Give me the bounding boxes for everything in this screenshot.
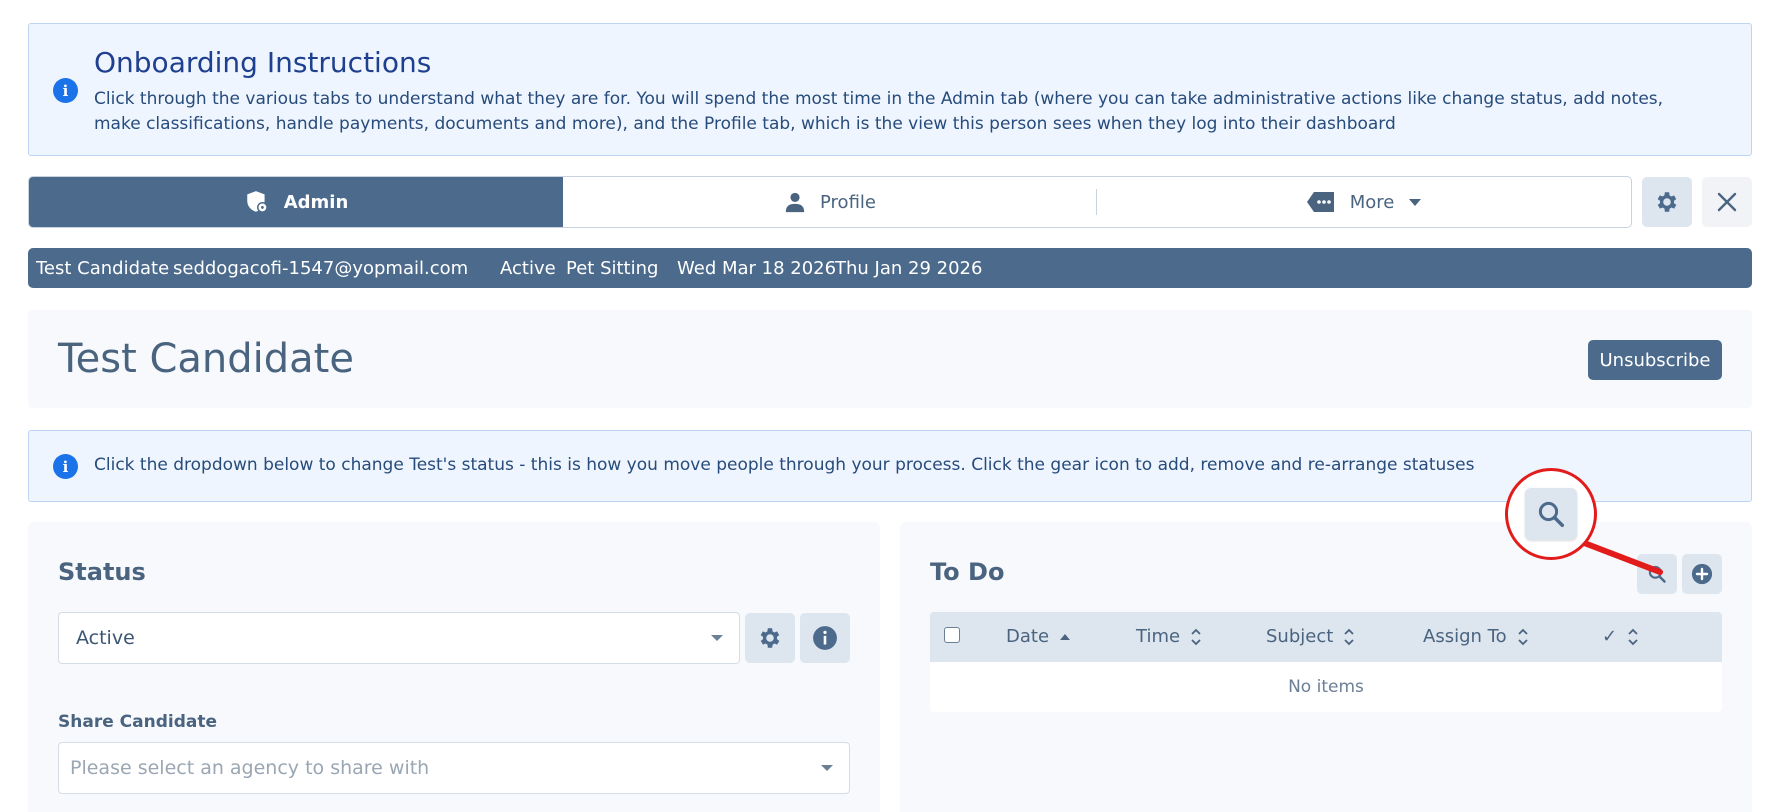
status-info-text: Click the dropdown below to change Test'… <box>94 455 1475 475</box>
status-title: Status <box>58 558 146 586</box>
sort-asc-icon <box>1060 633 1071 640</box>
tab-admin[interactable]: Admin <box>29 177 563 227</box>
column-done[interactable]: ✓ <box>1602 626 1639 647</box>
magnified-search-button <box>1525 488 1577 540</box>
todo-empty-text: No items <box>1288 677 1364 697</box>
column-assign-to-label: Assign To <box>1423 626 1507 647</box>
column-time-label: Time <box>1136 626 1181 647</box>
tab-bar: Admin Profile More <box>28 176 1632 228</box>
strip-status: Active <box>500 257 556 279</box>
share-agency-placeholder: Please select an agency to share with <box>70 757 430 779</box>
column-date[interactable]: Date <box>1006 626 1071 647</box>
todo-add-button[interactable] <box>1682 554 1722 594</box>
gear-icon <box>760 628 780 648</box>
share-agency-select[interactable]: Please select an agency to share with <box>58 742 850 794</box>
settings-button[interactable] <box>1642 177 1692 227</box>
candidate-summary-strip: Test Candidate seddogacofi-1547@yopmail.… <box>28 248 1752 288</box>
sort-icon <box>1517 628 1528 645</box>
column-assign-to[interactable]: Assign To <box>1423 626 1529 647</box>
sort-icon <box>1344 628 1354 645</box>
todo-empty-row: No items <box>930 662 1722 712</box>
onboarding-banner: i Onboarding Instructions Click through … <box>28 23 1752 156</box>
column-time[interactable]: Time <box>1136 626 1202 647</box>
tab-profile-label: Profile <box>820 191 876 213</box>
tag-icon <box>1306 192 1334 212</box>
status-settings-button[interactable] <box>745 613 795 663</box>
search-icon <box>1538 501 1564 527</box>
todo-title: To Do <box>930 558 1005 586</box>
info-icon: i <box>53 454 78 479</box>
todo-table-header: Date Time Subject Assign To ✓ <box>930 612 1722 662</box>
sort-icon <box>1191 628 1201 645</box>
column-date-label: Date <box>1006 626 1050 647</box>
tab-more[interactable]: More <box>1097 177 1631 227</box>
gear-icon <box>1657 192 1677 212</box>
onboarding-title: Onboarding Instructions <box>94 46 432 79</box>
shield-icon <box>246 191 268 213</box>
tab-admin-label: Admin <box>283 191 349 213</box>
unsubscribe-button[interactable]: Unsubscribe <box>1588 340 1722 380</box>
chevron-down-icon <box>711 635 723 641</box>
info-circle-icon <box>813 626 837 650</box>
candidate-header: Test Candidate Unsubscribe <box>28 310 1752 408</box>
page-title: Test Candidate <box>58 336 354 382</box>
tab-profile[interactable]: Profile <box>563 177 1097 227</box>
chevron-down-icon <box>821 765 833 771</box>
highlight-magnifier <box>1505 468 1597 560</box>
column-subject-label: Subject <box>1266 626 1334 647</box>
caret-down-icon <box>1409 199 1422 206</box>
onboarding-text: Click through the various tabs to unders… <box>94 89 1664 134</box>
status-select[interactable]: Active <box>58 612 740 664</box>
info-icon: i <box>53 78 78 103</box>
strip-date-1: Wed Mar 18 2026 <box>677 257 837 279</box>
status-select-value: Active <box>76 627 135 649</box>
user-icon <box>785 192 805 213</box>
status-info-banner: i Click the dropdown below to change Tes… <box>28 430 1752 502</box>
status-card: Status Active Share Candidate Please sel… <box>28 522 880 812</box>
column-done-label: ✓ <box>1602 626 1618 647</box>
strip-category: Pet Sitting <box>566 257 659 279</box>
strip-date-2: Thu Jan 29 2026 <box>835 257 983 279</box>
status-info-button[interactable] <box>800 613 850 663</box>
strip-email: seddogacofi-1547@yopmail.com <box>173 257 469 279</box>
sort-icon <box>1628 628 1638 645</box>
plus-circle-icon <box>1691 563 1713 585</box>
close-button[interactable] <box>1702 177 1752 227</box>
close-icon <box>1717 192 1737 212</box>
tab-more-label: More <box>1349 191 1395 213</box>
strip-name: Test Candidate <box>36 257 170 279</box>
share-candidate-label: Share Candidate <box>58 712 217 732</box>
select-all-checkbox[interactable] <box>944 627 960 643</box>
column-subject[interactable]: Subject <box>1266 626 1355 647</box>
